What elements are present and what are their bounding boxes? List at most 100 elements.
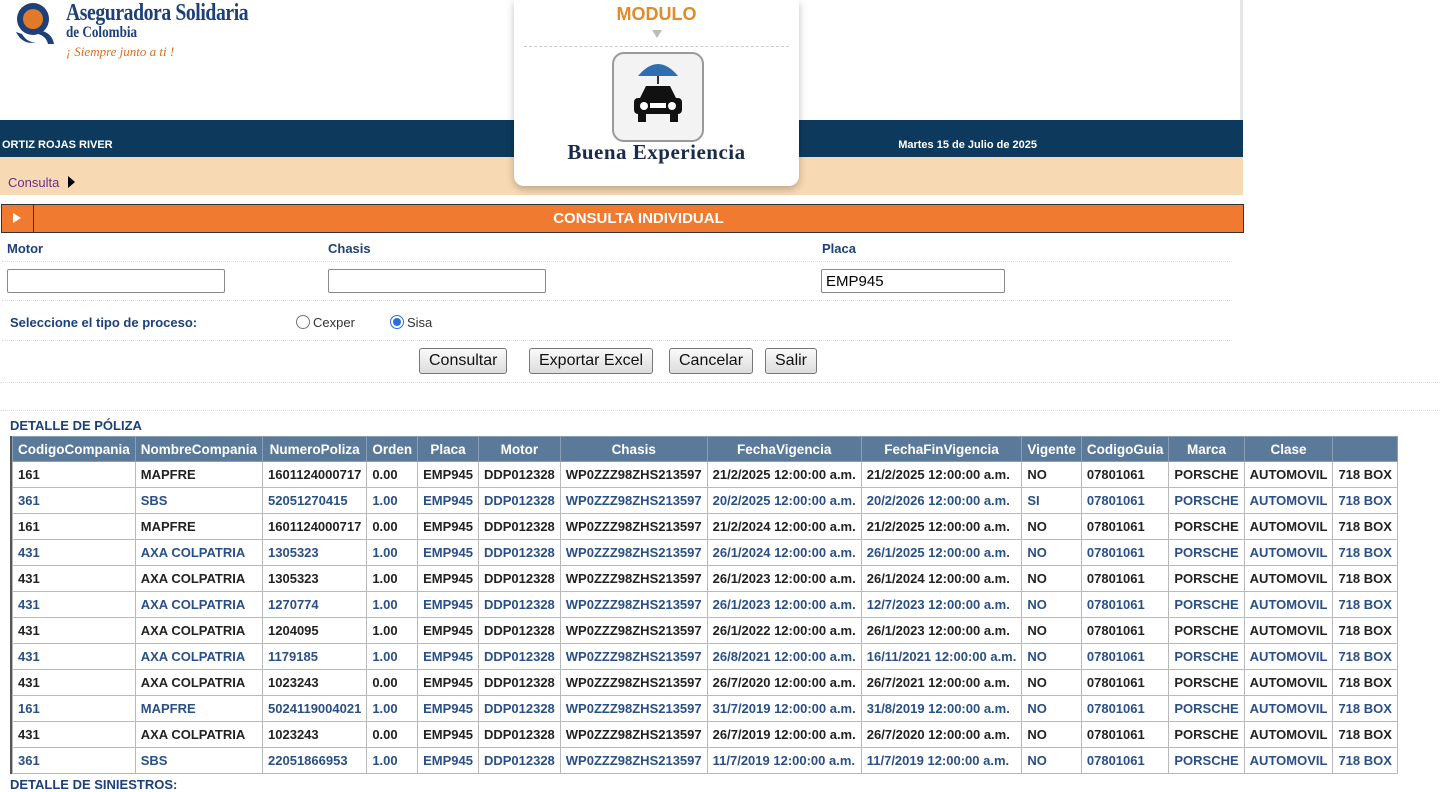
table-header-row: CodigoCompania NombreCompania NumeroPoliza… [12, 436, 1398, 462]
table-cell: PORSCHE [1168, 487, 1245, 514]
table-cell: 161 [12, 513, 136, 540]
table-cell: AUTOMOVIL [1243, 695, 1334, 722]
policy-table: CodigoCompania NombreCompania NumeroPoliza… [12, 436, 1398, 774]
table-cell: AUTOMOVIL [1243, 617, 1334, 644]
table-cell: WP0ZZZ98ZHS213597 [559, 747, 708, 774]
salir-button[interactable]: Salir [765, 348, 818, 374]
placa-input[interactable] [821, 269, 1005, 293]
table-cell: 07801061 [1080, 565, 1170, 592]
table-cell: 07801061 [1080, 643, 1170, 670]
table-row[interactable]: 431 AXA COLPATRIA 1179185 1.00 EMP945 DDP0123… [12, 643, 1398, 670]
table-cell: SBS [134, 747, 264, 774]
table-cell: 26/1/2022 12:00:00 a.m. [706, 617, 862, 644]
table-row[interactable]: 361 SBS 22051866953 1.00 EMP945 DDP012328 WP0Z… [12, 747, 1398, 774]
radio-sisa[interactable]: Sisa [390, 315, 432, 330]
table-cell: 1601124000717 [262, 461, 368, 488]
table-cell: 718 BOX [1332, 747, 1398, 774]
table-row[interactable]: 431 AXA COLPATRIA 1023243 0.00 EMP945 DDP0123… [12, 669, 1398, 696]
table-cell: NO [1021, 513, 1082, 540]
table-cell: DDP012328 [477, 487, 561, 514]
radio-cexper-label: Cexper [313, 315, 355, 330]
column-header: Placa [417, 436, 479, 462]
table-row[interactable]: 431 AXA COLPATRIA 1305323 1.00 EMP945 DDP0123… [12, 539, 1398, 566]
table-cell: 26/8/2021 12:00:00 a.m. [706, 643, 862, 670]
table-cell: WP0ZZZ98ZHS213597 [559, 721, 708, 748]
table-cell: EMP945 [417, 669, 479, 696]
table-cell: 11/7/2019 12:00:00 a.m. [860, 747, 1023, 774]
table-cell: 31/7/2019 12:00:00 a.m. [706, 695, 862, 722]
table-row[interactable]: 161 MAPFRE 5024119004021 1.00 EMP945 DDP01232… [12, 695, 1398, 722]
table-cell: DDP012328 [477, 513, 561, 540]
consulta-title: CONSULTA INDIVIDUAL [553, 210, 724, 227]
table-cell: DDP012328 [477, 539, 561, 566]
table-cell: 1305323 [262, 565, 368, 592]
column-header: Orden [366, 436, 419, 462]
radio-cexper-circle[interactable] [296, 315, 310, 329]
table-cell: 21/2/2025 12:00:00 a.m. [706, 461, 862, 488]
table-cell: PORSCHE [1168, 539, 1245, 566]
table-row[interactable]: 431 AXA COLPATRIA 1270774 1.00 EMP945 DDP0123… [12, 591, 1398, 618]
cancelar-button[interactable]: Cancelar [669, 348, 754, 374]
chasis-label: Chasis [328, 241, 371, 256]
table-cell: 21/2/2025 12:00:00 a.m. [860, 513, 1023, 540]
table-cell: AUTOMOVIL [1243, 461, 1334, 488]
table-row[interactable]: 361 SBS 52051270415 1.00 EMP945 DDP012328 WP0Z… [12, 487, 1398, 514]
table-cell: 07801061 [1080, 513, 1170, 540]
table-cell: EMP945 [417, 695, 479, 722]
table-cell: DDP012328 [477, 591, 561, 618]
car-umbrella-icon [612, 52, 704, 142]
table-cell: WP0ZZZ98ZHS213597 [559, 487, 708, 514]
expand-toggle[interactable] [2, 205, 34, 232]
column-header: CodigoGuia [1080, 436, 1170, 462]
chasis-input[interactable] [328, 269, 546, 293]
table-cell: AXA COLPATRIA [134, 669, 264, 696]
table-row[interactable]: 161 MAPFRE 1601124000717 0.00 EMP945 DDP01232… [12, 461, 1398, 488]
table-cell: PORSCHE [1168, 617, 1245, 644]
table-cell: SBS [134, 487, 264, 514]
radio-sisa-circle[interactable] [390, 315, 404, 329]
process-type-label: Seleccione el tipo de proceso: [10, 315, 198, 330]
motor-label: Motor [7, 241, 44, 256]
table-cell: 07801061 [1080, 461, 1170, 488]
table-cell: PORSCHE [1168, 643, 1245, 670]
table-cell: AUTOMOVIL [1243, 591, 1334, 618]
breadcrumb-consulta[interactable]: Consulta [8, 175, 59, 190]
radio-sisa-label: Sisa [407, 315, 433, 330]
table-cell: 26/7/2020 12:00:00 a.m. [706, 669, 862, 696]
table-cell: 26/1/2025 12:00:00 a.m. [860, 539, 1023, 566]
table-row[interactable]: 431 AXA COLPATRIA 1305323 1.00 EMP945 DDP0123… [12, 565, 1398, 592]
table-cell: AXA COLPATRIA [134, 591, 264, 618]
table-row[interactable]: 431 AXA COLPATRIA 1023243 0.00 EMP945 DDP0123… [12, 721, 1398, 748]
motor-input[interactable] [7, 269, 225, 293]
table-cell: DDP012328 [477, 461, 561, 488]
table-cell: 361 [12, 487, 136, 514]
table-cell: PORSCHE [1168, 747, 1245, 774]
table-cell: 718 BOX [1332, 539, 1398, 566]
table-cell: NO [1021, 695, 1082, 722]
table-cell: 07801061 [1080, 721, 1170, 748]
consultar-button[interactable]: Consultar [419, 348, 508, 374]
exportar-excel-button[interactable]: Exportar Excel [529, 348, 654, 374]
table-cell: EMP945 [417, 539, 479, 566]
radio-cexper[interactable]: Cexper [296, 315, 355, 330]
table-cell: EMP945 [417, 721, 479, 748]
consulta-section-bar: CONSULTA INDIVIDUAL [1, 204, 1244, 233]
table-cell: 431 [12, 539, 136, 566]
module-down-arrow-icon [652, 30, 662, 38]
form-divider [0, 382, 1440, 383]
column-header: Vigente [1021, 436, 1082, 462]
table-cell: 11/7/2019 12:00:00 a.m. [706, 747, 862, 774]
table-cell: 1.00 [366, 487, 419, 514]
table-cell: 361 [12, 747, 136, 774]
table-cell: WP0ZZZ98ZHS213597 [559, 513, 708, 540]
table-cell: 161 [12, 695, 136, 722]
table-cell: NO [1021, 539, 1082, 566]
table-cell: EMP945 [417, 513, 479, 540]
table-row[interactable]: 431 AXA COLPATRIA 1204095 1.00 EMP945 DDP0123… [12, 617, 1398, 644]
module-card: MODULO Buena Experiencia [514, 0, 799, 186]
table-row[interactable]: 161 MAPFRE 1601124000717 0.00 EMP945 DDP01232… [12, 513, 1398, 540]
table-cell: AXA COLPATRIA [134, 721, 264, 748]
table-cell: DDP012328 [477, 617, 561, 644]
table-cell: 26/1/2024 12:00:00 a.m. [706, 539, 862, 566]
table-cell: 1601124000717 [262, 513, 368, 540]
